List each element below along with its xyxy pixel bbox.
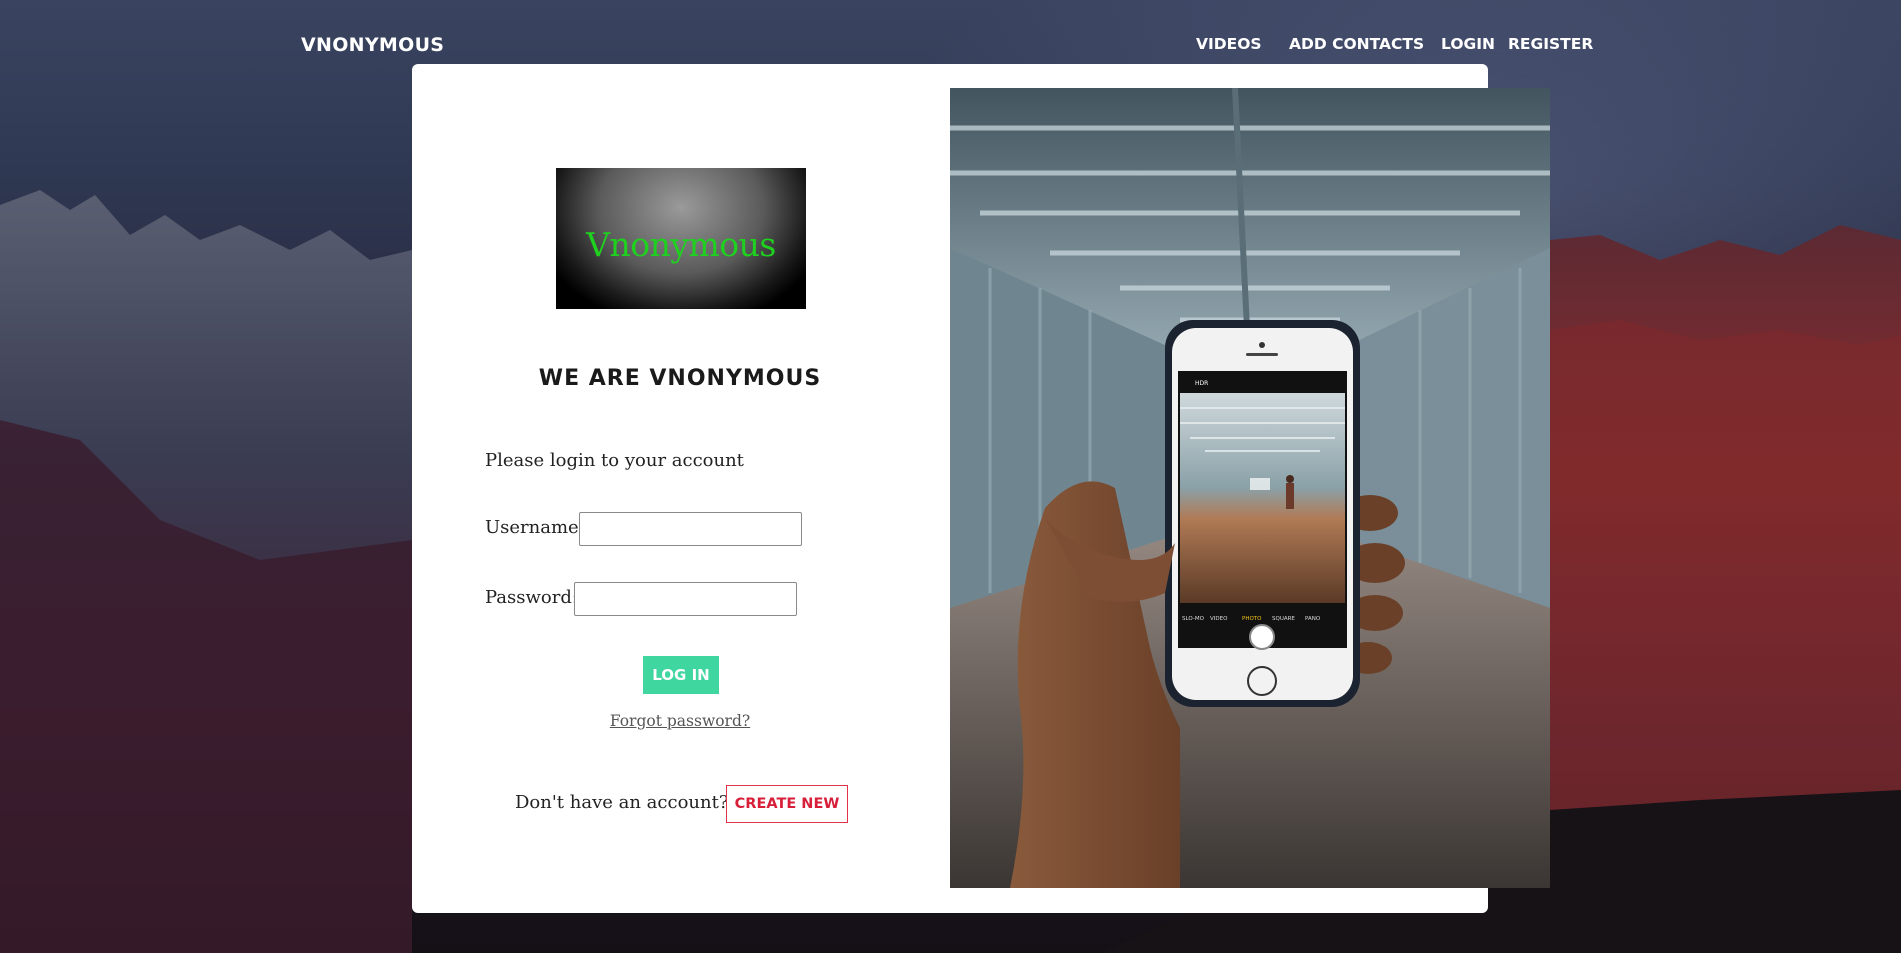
nav-link-videos[interactable]: VIDEOS bbox=[1196, 35, 1262, 53]
camera-mode-photo: PHOTO bbox=[1242, 616, 1262, 622]
login-prompt: Please login to your account bbox=[485, 450, 744, 471]
nav-link-login[interactable]: LOGIN bbox=[1441, 35, 1495, 53]
vnonymous-logo-image: Vnonymous bbox=[556, 168, 806, 309]
forgot-password-link[interactable]: Forgot password? bbox=[412, 712, 948, 730]
hero-photo-illustration: HDR SLO-MO VIDEO PHOTO SQUARE PANO bbox=[950, 88, 1550, 888]
password-label: Password: bbox=[485, 587, 578, 608]
camera-mode-slomo: SLO-MO bbox=[1182, 616, 1205, 622]
login-button[interactable]: LOG IN bbox=[643, 656, 719, 694]
camera-shutter-icon bbox=[1249, 624, 1275, 650]
hero-photo: HDR SLO-MO VIDEO PHOTO SQUARE PANO bbox=[950, 88, 1550, 888]
create-new-button[interactable]: CREATE NEW bbox=[726, 785, 848, 823]
brand-logo-text[interactable]: VNONYMOUS bbox=[301, 34, 444, 56]
no-account-text: Don't have an account? bbox=[515, 792, 729, 813]
username-label: Username: bbox=[485, 517, 585, 538]
page-title: WE ARE VNONYMOUS bbox=[538, 366, 822, 391]
username-input[interactable] bbox=[579, 512, 802, 546]
camera-mode-square: SQUARE bbox=[1272, 616, 1295, 622]
camera-mode-video: VIDEO bbox=[1210, 616, 1228, 622]
password-input[interactable] bbox=[574, 582, 797, 616]
camera-hdr-label: HDR bbox=[1195, 380, 1208, 387]
camera-mode-pano: PANO bbox=[1305, 616, 1321, 622]
nav-link-add-contacts[interactable]: ADD CONTACTS bbox=[1289, 35, 1424, 53]
nav-link-register[interactable]: REGISTER bbox=[1508, 35, 1593, 53]
logo-text: Vnonymous bbox=[586, 225, 776, 264]
